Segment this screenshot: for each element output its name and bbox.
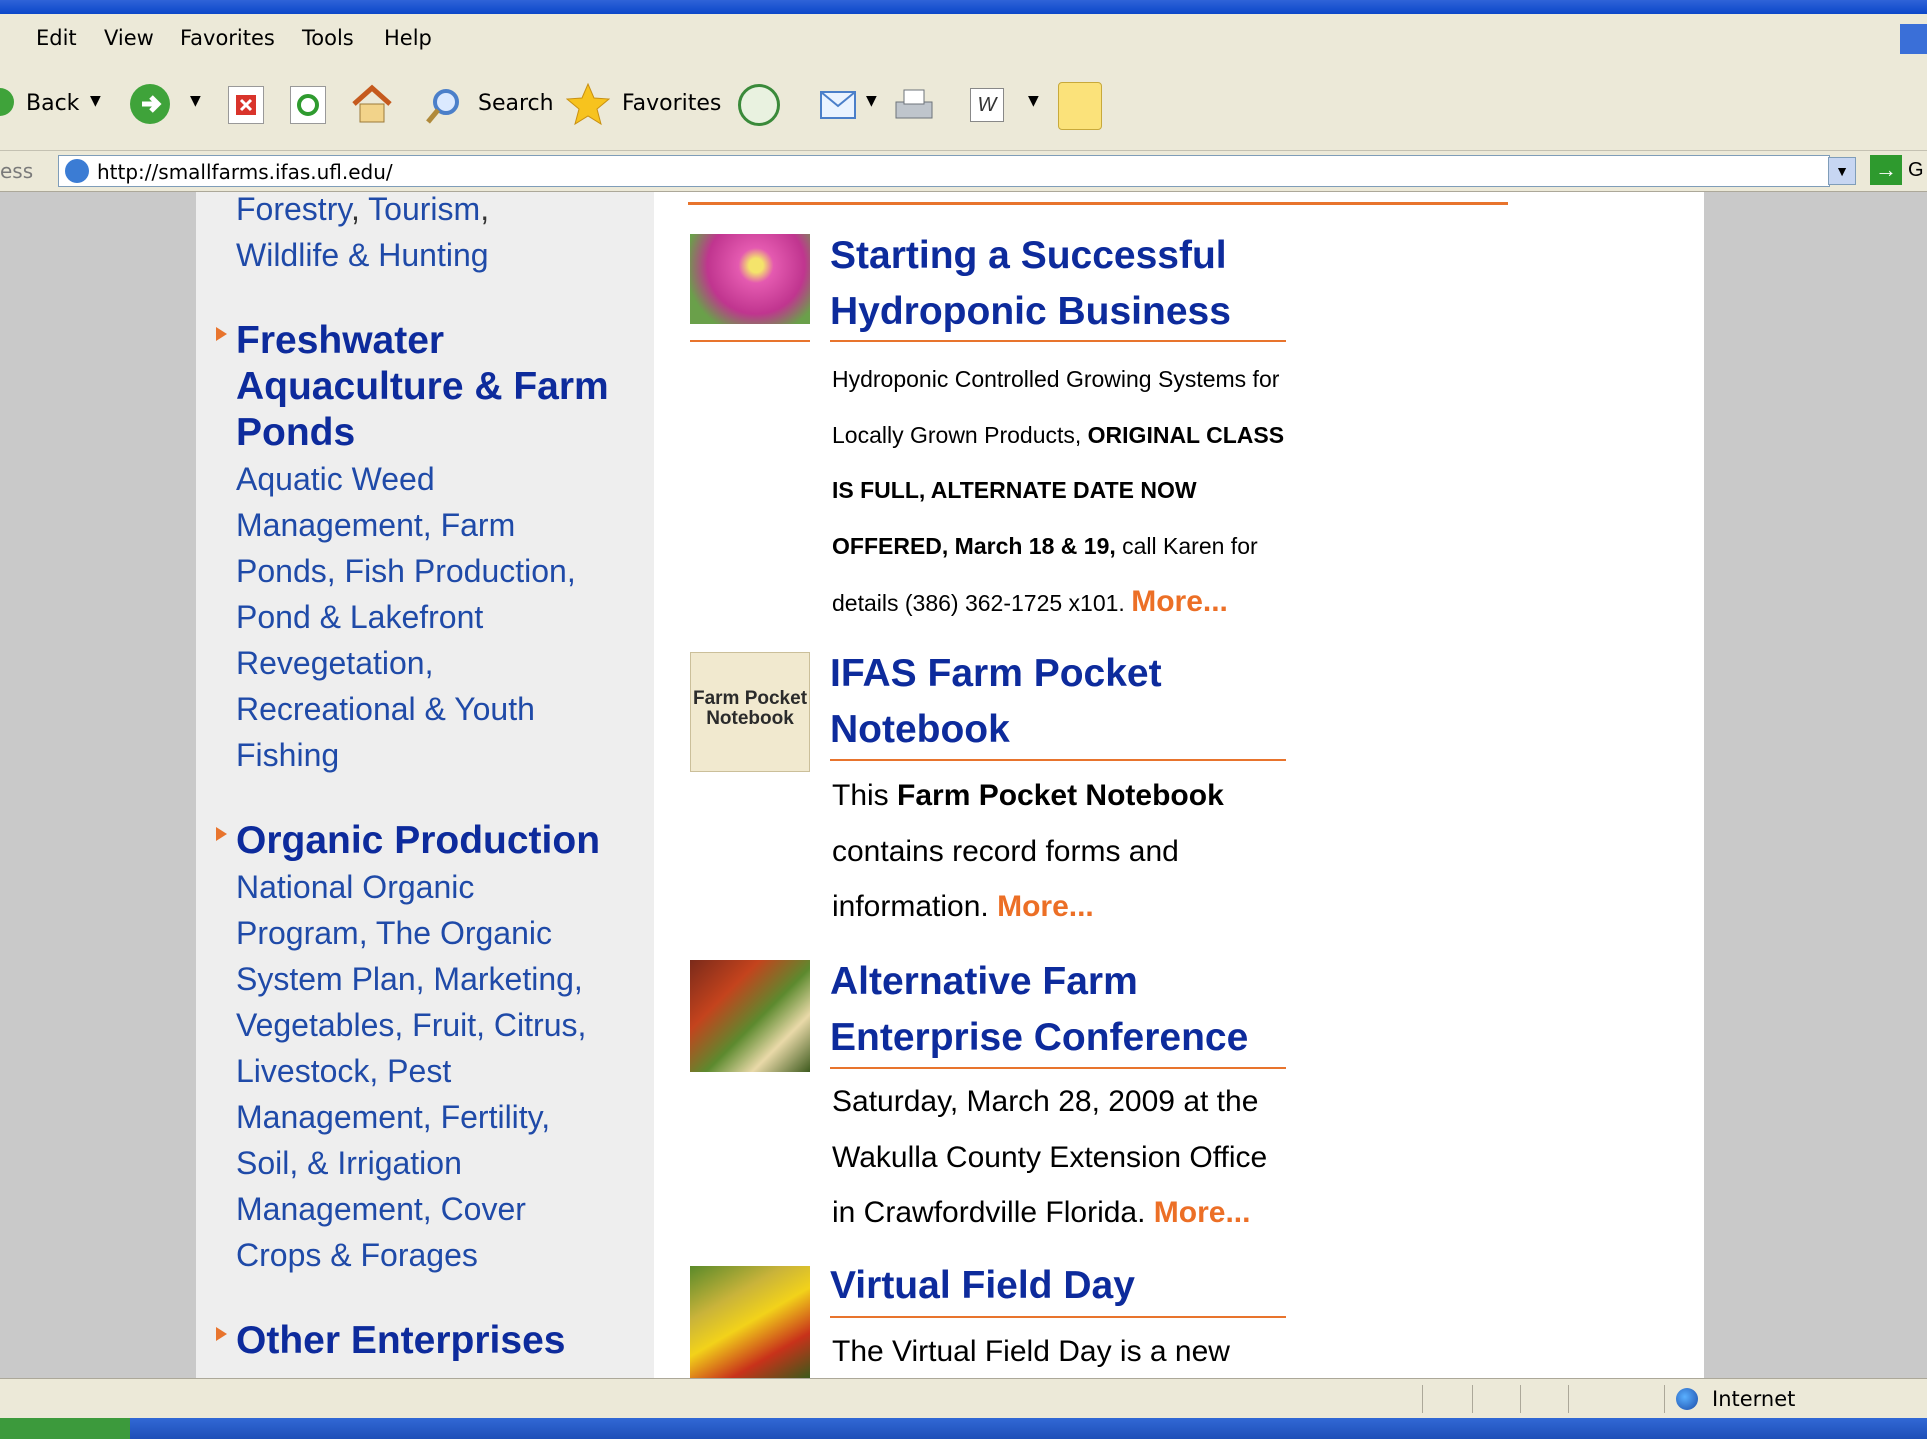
edit-word-icon[interactable]: W bbox=[970, 88, 1004, 122]
menu-favorites[interactable]: Favorites bbox=[180, 26, 275, 50]
status-divider bbox=[1472, 1385, 1473, 1413]
search-button[interactable]: Search bbox=[478, 91, 554, 116]
menu-help[interactable]: Help bbox=[384, 26, 432, 50]
home-icon[interactable] bbox=[350, 82, 394, 126]
back-arrow-icon[interactable] bbox=[0, 88, 14, 116]
section-arrow-icon bbox=[216, 827, 227, 841]
windows-logo-icon bbox=[1900, 24, 1927, 54]
more-link[interactable]: More... bbox=[1131, 585, 1228, 618]
main-content: Starting a Successful Hydroponic Busines… bbox=[654, 192, 1704, 1378]
taskbar bbox=[0, 1418, 1927, 1439]
security-zone-label: Internet bbox=[1712, 1387, 1796, 1411]
sidebar-link-line[interactable]: Soil, & Irrigation bbox=[236, 1140, 586, 1186]
news-title-pocket-notebook[interactable]: IFAS Farm Pocket Notebook bbox=[830, 646, 1270, 758]
sidebar-link-line[interactable]: Livestock, Pest bbox=[236, 1048, 586, 1094]
section-arrow-icon bbox=[216, 1327, 227, 1341]
menu-view[interactable]: View bbox=[104, 26, 154, 50]
internet-globe-icon bbox=[1676, 1388, 1698, 1410]
sidebar-link-line[interactable]: Crops & Forages bbox=[236, 1232, 586, 1278]
more-link[interactable]: More... bbox=[1154, 1196, 1251, 1229]
toolbar: Back ▼ ▼ Search Favorites ▼ W ▼ bbox=[0, 58, 1927, 151]
print-icon[interactable] bbox=[892, 86, 936, 126]
sidebar-link-line[interactable]: Pond & Lakefront bbox=[236, 594, 576, 640]
stop-icon[interactable] bbox=[228, 86, 264, 124]
news-body-virtual-field-day: The Virtual Field Day is a new bbox=[832, 1335, 1230, 1368]
news-title-hydroponic[interactable]: Starting a Successful Hydroponic Busines… bbox=[830, 228, 1270, 340]
forward-dropdown-icon[interactable]: ▼ bbox=[190, 93, 201, 109]
address-label: ess bbox=[0, 159, 34, 183]
ie-page-icon bbox=[65, 159, 89, 183]
sidebar-link-line[interactable]: Program, The Organic bbox=[236, 910, 586, 956]
edit-dropdown-icon[interactable]: ▼ bbox=[1028, 93, 1039, 109]
forward-arrow-icon[interactable] bbox=[130, 84, 170, 124]
sidebar-link-line[interactable]: System Plan, Marketing, bbox=[236, 956, 586, 1002]
more-link[interactable]: More... bbox=[997, 890, 1094, 923]
section-links-organic: National Organic Program, The Organic Sy… bbox=[236, 864, 586, 1278]
search-icon[interactable] bbox=[424, 86, 464, 126]
section-title-organic[interactable]: Organic Production bbox=[236, 818, 600, 864]
sidebar-link-line[interactable]: Management, Cover bbox=[236, 1186, 586, 1232]
address-bar: ess http://smallfarms.ifas.ufl.edu/ ▼ → … bbox=[0, 151, 1927, 192]
top-divider bbox=[688, 202, 1508, 205]
sidebar-link-line[interactable]: Vegetables, Fruit, Citrus, bbox=[236, 1002, 586, 1048]
address-url[interactable]: http://smallfarms.ifas.ufl.edu/ bbox=[97, 160, 393, 184]
sidebar-link-line[interactable]: Management, Farm bbox=[236, 502, 576, 548]
notebook-cover-image[interactable]: Farm Pocket Notebook bbox=[690, 652, 810, 772]
section-links-freshwater: Aquatic Weed Management, Farm Ponds, Fis… bbox=[236, 456, 576, 778]
news-divider bbox=[830, 759, 1286, 761]
go-button[interactable]: G bbox=[1908, 159, 1924, 182]
status-divider bbox=[1422, 1385, 1423, 1413]
page-viewport: Forestry, Tourism, Wildlife & Hunting Fr… bbox=[8, 192, 1927, 1378]
thumb-divider bbox=[690, 340, 810, 342]
news-body-hydroponic: Hydroponic Controlled Growing Systems fo… bbox=[832, 366, 1285, 618]
sidebar-link-line[interactable]: Ponds, Fish Production, bbox=[236, 548, 576, 594]
start-button[interactable] bbox=[0, 1418, 130, 1439]
history-icon[interactable] bbox=[738, 84, 780, 126]
sidebar-link-line[interactable]: Revegetation, bbox=[236, 640, 576, 686]
vegetables-image[interactable] bbox=[690, 960, 810, 1072]
news-divider bbox=[830, 1316, 1286, 1318]
status-bar: Internet bbox=[0, 1378, 1927, 1419]
link-wildlife-hunting[interactable]: Wildlife & Hunting bbox=[236, 237, 489, 273]
favorites-button[interactable]: Favorites bbox=[622, 91, 721, 116]
sidebar-link-line[interactable]: Management, Fertility, bbox=[236, 1094, 586, 1140]
news-body-pocket-notebook: This Farm Pocket Notebook contains recor… bbox=[832, 779, 1224, 923]
back-button[interactable]: Back bbox=[26, 91, 79, 116]
note-icon[interactable] bbox=[1058, 82, 1102, 130]
sidebar-link-line[interactable]: Recreational & Youth bbox=[236, 686, 576, 732]
window-title-bar bbox=[0, 0, 1927, 14]
address-dropdown-icon[interactable]: ▼ bbox=[1828, 157, 1856, 185]
section-title-other-enterprises[interactable]: Other Enterprises bbox=[236, 1318, 565, 1364]
sidebar-link-line[interactable]: Fishing bbox=[236, 732, 576, 778]
section-title-freshwater[interactable]: Freshwater Aquaculture & Farm Ponds bbox=[236, 318, 609, 456]
news-divider bbox=[830, 340, 1286, 342]
refresh-icon[interactable] bbox=[290, 86, 326, 124]
sidebar-top-links: Forestry, Tourism, Wildlife & Hunting bbox=[236, 192, 490, 273]
news-title-virtual-field-day[interactable]: Virtual Field Day bbox=[830, 1258, 1270, 1314]
news-divider bbox=[830, 1067, 1286, 1069]
back-dropdown-icon[interactable]: ▼ bbox=[90, 93, 101, 109]
menu-bar: Edit View Favorites Tools Help bbox=[0, 14, 1927, 59]
address-input[interactable]: http://smallfarms.ifas.ufl.edu/ bbox=[58, 155, 1830, 187]
sidebar-link-line[interactable]: Aquatic Weed bbox=[236, 456, 576, 502]
link-forestry[interactable]: Forestry bbox=[236, 192, 351, 227]
mail-dropdown-icon[interactable]: ▼ bbox=[866, 93, 877, 109]
menu-edit[interactable]: Edit bbox=[36, 26, 77, 50]
hydroponic-flower-image[interactable] bbox=[690, 234, 810, 324]
go-arrow-icon[interactable]: → bbox=[1870, 155, 1902, 185]
section-arrow-icon bbox=[216, 327, 227, 341]
status-divider bbox=[1568, 1385, 1569, 1413]
news-title-farm-conference[interactable]: Alternative Farm Enterprise Conference bbox=[830, 954, 1270, 1066]
produce-image[interactable] bbox=[690, 1266, 810, 1378]
status-divider bbox=[1664, 1385, 1665, 1413]
sidebar-link-line[interactable]: National Organic bbox=[236, 864, 586, 910]
status-divider bbox=[1520, 1385, 1521, 1413]
menu-tools[interactable]: Tools bbox=[302, 26, 354, 50]
mail-icon[interactable] bbox=[818, 86, 860, 122]
favorites-star-icon[interactable] bbox=[565, 82, 611, 126]
link-tourism[interactable]: Tourism bbox=[368, 192, 480, 227]
sidebar: Forestry, Tourism, Wildlife & Hunting Fr… bbox=[196, 192, 654, 1378]
news-body-farm-conference: Saturday, March 28, 2009 at the Wakulla … bbox=[832, 1085, 1268, 1229]
